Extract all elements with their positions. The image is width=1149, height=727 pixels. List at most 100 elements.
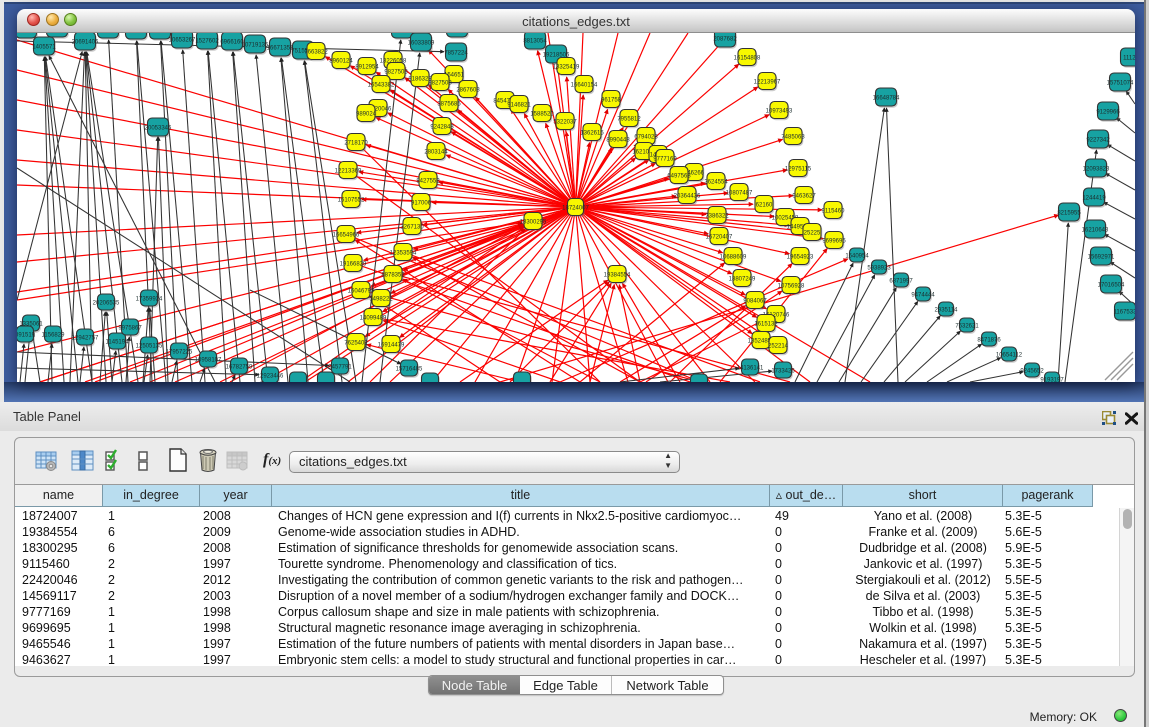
svg-text:6794028: 6794028 xyxy=(634,134,658,140)
svg-text:25225: 25225 xyxy=(804,230,821,236)
svg-text:9129966: 9129966 xyxy=(1096,109,1120,115)
svg-text:961758: 961758 xyxy=(601,97,622,103)
svg-text:12353594: 12353594 xyxy=(390,250,417,256)
svg-text:20206535: 20206535 xyxy=(93,300,120,306)
svg-text:20364436: 20364436 xyxy=(674,193,701,199)
svg-text:7386322: 7386322 xyxy=(705,213,729,219)
svg-text:9084067: 9084067 xyxy=(743,298,767,304)
svg-text:9975867: 9975867 xyxy=(118,325,142,331)
svg-text:7632621: 7632621 xyxy=(955,323,979,329)
svg-text:16654966: 16654966 xyxy=(333,232,360,238)
svg-text:62160: 62160 xyxy=(756,202,773,208)
svg-text:15692971: 15692971 xyxy=(1088,254,1115,260)
svg-text:15720407: 15720407 xyxy=(706,234,733,240)
svg-text:8813054: 8813054 xyxy=(523,38,547,44)
svg-text:2803144: 2803144 xyxy=(424,149,448,155)
svg-text:9463627: 9463627 xyxy=(792,193,816,199)
svg-text:13325419: 13325419 xyxy=(553,64,580,70)
svg-text:3875685: 3875685 xyxy=(437,101,461,107)
svg-text:1362615: 1362615 xyxy=(580,130,604,136)
svg-text:17957225: 17957225 xyxy=(166,349,193,355)
svg-text:19166829: 19166829 xyxy=(340,261,367,267)
svg-text:1733426: 1733426 xyxy=(771,368,795,374)
svg-text:9115460: 9115460 xyxy=(822,208,846,214)
svg-text:2087682: 2087682 xyxy=(713,36,737,42)
svg-text:9242848: 9242848 xyxy=(430,124,454,130)
svg-text:2718170: 2718170 xyxy=(344,140,368,146)
svg-text:16107552: 16107552 xyxy=(338,197,365,203)
svg-text:14099489: 14099489 xyxy=(360,315,387,321)
svg-text:10653267: 10653267 xyxy=(169,37,196,43)
svg-text:12505135: 12505135 xyxy=(136,343,163,349)
svg-text:10688609: 10688609 xyxy=(720,254,747,260)
svg-text:7857224: 7857224 xyxy=(444,50,468,56)
svg-text:8990448: 8990448 xyxy=(606,137,630,143)
svg-text:9245652: 9245652 xyxy=(1020,368,1044,374)
svg-text:1405571: 1405571 xyxy=(32,44,56,50)
svg-text:18724007: 18724007 xyxy=(562,205,589,211)
svg-text:252214: 252214 xyxy=(768,343,789,349)
svg-text:9827508: 9827508 xyxy=(428,80,452,86)
svg-text:1244419: 1244419 xyxy=(1082,195,1106,201)
svg-text:17359924: 17359924 xyxy=(136,296,163,302)
svg-text:9474444: 9474444 xyxy=(911,292,935,298)
svg-text:19384554: 19384554 xyxy=(604,272,631,278)
svg-text:9193197: 9193197 xyxy=(1040,377,1064,382)
svg-text:20691406: 20691406 xyxy=(72,39,99,45)
svg-text:12213967: 12213967 xyxy=(754,79,781,85)
svg-text:1615132: 1615132 xyxy=(754,321,778,327)
svg-text:18807249: 18807249 xyxy=(729,276,756,282)
svg-text:15716485: 15716485 xyxy=(396,366,423,372)
svg-text:18300295: 18300295 xyxy=(520,219,547,225)
svg-text:8960124: 8960124 xyxy=(329,58,353,64)
svg-text:5498222: 5498222 xyxy=(369,296,393,302)
svg-text:1588520: 1588520 xyxy=(530,111,554,117)
svg-text:10973493: 10973493 xyxy=(766,108,793,114)
svg-text:12975115: 12975115 xyxy=(785,166,812,172)
svg-text:1167533: 1167533 xyxy=(1114,309,1135,315)
svg-text:16782759: 16782759 xyxy=(226,364,253,370)
svg-text:10756928: 10756928 xyxy=(778,283,805,289)
svg-text:1145194: 1145194 xyxy=(106,339,130,345)
svg-text:17016504: 17016504 xyxy=(1098,282,1125,288)
svg-text:16046798: 16046798 xyxy=(348,288,375,294)
svg-text:7625402: 7625402 xyxy=(344,340,368,346)
svg-text:16640154: 16640154 xyxy=(571,82,598,88)
svg-text:14136141: 14136141 xyxy=(737,365,764,371)
svg-text:989024: 989024 xyxy=(356,111,377,117)
svg-text:9146821: 9146821 xyxy=(507,102,531,108)
svg-text:8427552: 8427552 xyxy=(416,178,440,184)
svg-text:12942757: 12942757 xyxy=(72,335,99,341)
svg-text:7485063: 7485063 xyxy=(781,134,805,140)
svg-text:6497568: 6497568 xyxy=(667,173,691,179)
svg-text:7955812: 7955812 xyxy=(617,116,641,122)
svg-text:16543382: 16543382 xyxy=(368,82,395,88)
svg-text:1640954: 1640954 xyxy=(845,253,869,259)
svg-text:12923446: 12923446 xyxy=(257,373,284,379)
svg-text:20053346: 20053346 xyxy=(145,125,172,131)
svg-text:3624554: 3624554 xyxy=(704,179,728,185)
svg-text:9457791: 9457791 xyxy=(328,364,352,370)
svg-text:10719135: 10719135 xyxy=(242,42,269,48)
svg-text:16210643: 16210643 xyxy=(1082,227,1109,233)
svg-text:11123: 11123 xyxy=(1123,55,1135,61)
svg-text:15751074: 15751074 xyxy=(1107,80,1134,86)
svg-text:6871997: 6871997 xyxy=(889,278,913,284)
svg-text:9699695: 9699695 xyxy=(822,238,846,244)
svg-text:16648784: 16648784 xyxy=(873,95,900,101)
svg-text:10958107: 10958107 xyxy=(195,357,222,363)
svg-text:8878352: 8878352 xyxy=(381,272,405,278)
svg-text:16033809: 16033809 xyxy=(408,40,435,46)
svg-text:16154808: 16154808 xyxy=(734,55,761,61)
svg-text:9777169: 9777169 xyxy=(653,156,677,162)
svg-text:391519: 391519 xyxy=(17,332,36,338)
svg-text:2935114: 2935114 xyxy=(935,307,959,313)
svg-text:8912954: 8912954 xyxy=(355,64,379,70)
svg-text:917006: 917006 xyxy=(411,200,432,206)
svg-text:12213369: 12213369 xyxy=(335,168,362,174)
svg-text:9827503: 9827503 xyxy=(384,69,408,75)
svg-text:10807487: 10807487 xyxy=(726,190,753,196)
svg-text:16671355: 16671355 xyxy=(267,45,294,51)
svg-text:2867608: 2867608 xyxy=(456,87,480,93)
svg-text:5938923: 5938923 xyxy=(867,265,891,271)
